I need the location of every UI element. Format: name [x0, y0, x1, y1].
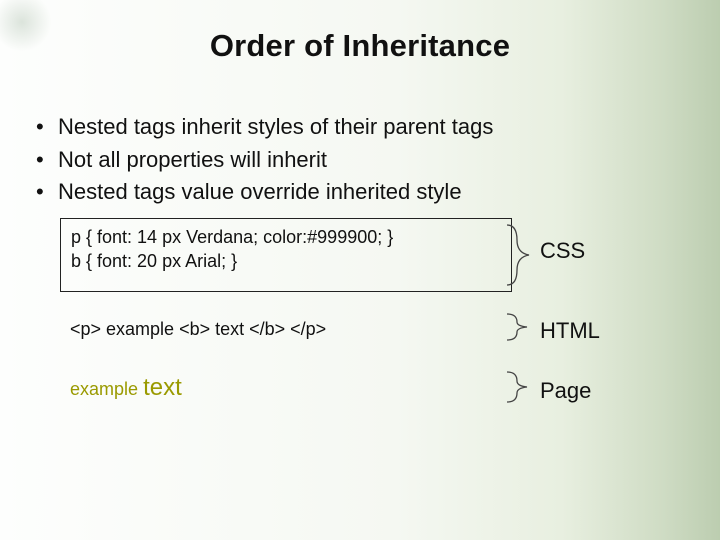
rendered-example-text: example	[70, 379, 138, 399]
css-line: p { font: 14 px Verdana; color:#999900; …	[71, 225, 501, 249]
css-line: b { font: 20 px Arial; }	[71, 249, 501, 273]
rendered-bold-text: text	[143, 374, 182, 401]
bullet-item: Nested tags value override inherited sty…	[28, 178, 680, 207]
slide-title: Order of Inheritance	[0, 28, 720, 64]
html-code-box: <p> example <b> text </b> </p>	[60, 313, 510, 346]
bullet-item: Not all properties will inherit	[28, 146, 680, 175]
label-css: CSS	[540, 238, 585, 264]
bullet-list: Nested tags inherit styles of their pare…	[28, 113, 680, 211]
css-code-box: p { font: 14 px Verdana; color:#999900; …	[60, 218, 512, 292]
bullet-item: Nested tags inherit styles of their pare…	[28, 113, 680, 142]
label-html: HTML	[540, 318, 600, 344]
rendered-page-box: example text	[60, 368, 510, 408]
label-page: Page	[540, 378, 591, 404]
